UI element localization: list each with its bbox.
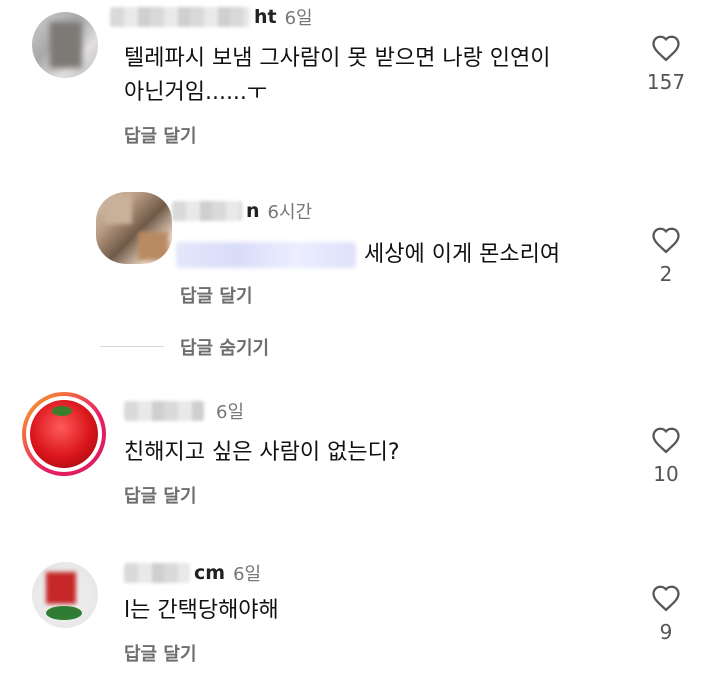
like-button[interactable]: 2 [636,226,696,286]
avatar[interactable] [96,192,172,264]
reply-button[interactable]: 답글 달기 [124,640,197,666]
like-count: 10 [653,462,679,486]
comment-text: 세상에 이게 몬소리여 [176,238,560,272]
comment-username[interactable]: n 6시간 [172,198,312,224]
redacted-username [124,563,190,583]
heart-outline-icon [652,585,680,612]
like-count: 2 [659,262,673,286]
comment-time: 6일 [284,8,313,29]
reply-button[interactable]: 답글 달기 [180,282,253,308]
comment-username[interactable]: 6일 [124,398,244,424]
comment-time: 6일 [233,564,262,585]
like-button[interactable]: 9 [636,584,696,644]
heart-outline-icon [652,35,680,62]
redacted-username [110,7,250,27]
comment-username[interactable]: ht 6일 [110,4,313,30]
heart-outline-icon [652,427,680,454]
username-tail: cm [194,562,226,584]
avatar-story-ring[interactable] [22,392,106,476]
like-count: 157 [646,70,686,94]
comment-time: 6일 [216,402,245,423]
redacted-username [172,201,242,221]
hide-replies-divider [100,346,164,347]
like-button[interactable]: 10 [636,426,696,486]
comment-time: 6시간 [267,202,313,223]
redacted-mention[interactable] [176,242,356,268]
reply-button[interactable]: 답글 달기 [124,122,197,148]
hide-replies-button[interactable]: 답글 숨기기 [180,334,269,360]
username-tail: n [246,200,260,222]
reply-button[interactable]: 답글 달기 [124,482,197,508]
like-count: 9 [659,620,673,644]
like-button[interactable]: 157 [636,34,696,94]
comment-text: 텔레파시 보냄 그사람이 못 받으면 나랑 인연이 아닌거임......ㅜ [124,42,551,110]
avatar[interactable] [32,562,98,628]
redacted-username [124,401,204,421]
comment-text-line1: 텔레파시 보냄 그사람이 못 받으면 나랑 인연이 [124,46,551,71]
comment-text-line2: 아닌거임......ㅜ [124,80,268,105]
comment-text: l는 간택당해야해 [124,598,279,623]
avatar[interactable] [32,12,98,78]
comment-text: 친해지고 싶은 사람이 없는디? [124,440,400,465]
heart-outline-icon [652,227,680,254]
comment-text-body: 세상에 이게 몬소리여 [364,242,561,267]
username-tail: ht [254,6,277,28]
comment-username[interactable]: cm 6일 [124,560,261,586]
